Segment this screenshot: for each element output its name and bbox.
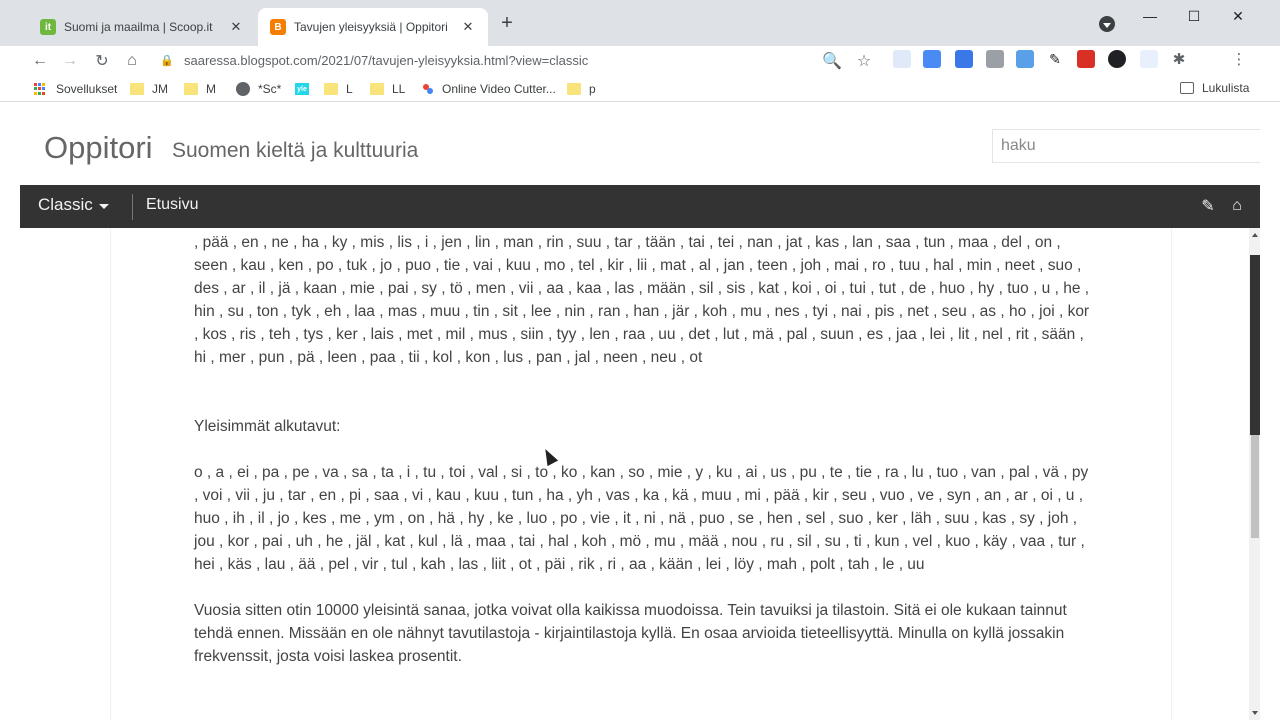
scoopit-favicon-icon: it	[40, 19, 56, 35]
content-area: , pää , en , ne , ha , ky , mis , lis , …	[20, 228, 1249, 720]
side-panel-tabs[interactable]	[1250, 255, 1260, 435]
browser-tab-scoopit[interactable]: it Suomi ja maailma | Scoop.it ✕	[28, 8, 256, 46]
lock-icon: 🔒	[160, 54, 174, 67]
bookmark-label: Sovellukset	[56, 82, 118, 96]
bookmark-label: LL	[392, 82, 406, 96]
bookmark-folder-jm[interactable]: JM	[130, 81, 168, 97]
extension-icon[interactable]	[955, 50, 973, 68]
syllable-list: , pää , en , ne , ha , ky , mis , lis , …	[194, 234, 1090, 366]
incognito-extension-icon[interactable]	[1108, 50, 1126, 68]
home-icon[interactable]: ⌂	[1227, 196, 1247, 216]
tab-title: Tavujen yleisyyksiä | Oppitori	[294, 20, 448, 34]
extension-icon[interactable]	[893, 50, 911, 68]
bookmark-label: M	[206, 82, 216, 96]
scroll-up-arrow-icon[interactable]	[1249, 231, 1260, 239]
caret-down-icon	[98, 204, 109, 209]
video-cutter-icon	[422, 83, 434, 95]
article: , pää , en , ne , ha , ky , mis , lis , …	[110, 228, 1172, 720]
zoom-icon[interactable]: 🔍	[820, 49, 844, 73]
url-text: saaressa.blogspot.com/2021/07/tavujen-yl…	[184, 52, 589, 68]
bookmark-star-icon[interactable]: ☆	[852, 49, 876, 73]
nav-home-link[interactable]: Etusivu	[146, 196, 198, 214]
web-page: Oppitori Suomen kieltä ja kulttuuria hak…	[20, 102, 1260, 720]
new-tab-button[interactable]: +	[496, 12, 518, 34]
bookmark-folder-p[interactable]: p	[567, 81, 596, 97]
folder-icon	[184, 83, 198, 95]
extension-icon[interactable]	[1140, 50, 1158, 68]
bookmark-label: *Sc*	[258, 82, 282, 96]
initial-syllables-heading: Yleisimmät alkutavut:	[194, 418, 341, 435]
bookmarks-bar: Sovellukset JM M *Sc* yle L LL Online Vi…	[0, 76, 1280, 102]
scroll-down-arrow-icon[interactable]	[1249, 709, 1260, 717]
bookmark-label: Online Video Cutter...	[442, 82, 556, 96]
bookmark-label: JM	[152, 82, 168, 96]
bookmark-label: L	[346, 82, 353, 96]
translate-extension-icon[interactable]	[923, 50, 941, 68]
folder-icon	[130, 83, 144, 95]
initial-syllables-list: o , a , ei , pa , pe , va , sa , ta , i …	[194, 464, 1089, 573]
folder-icon	[370, 83, 384, 95]
reload-icon[interactable]: ↻	[90, 49, 114, 73]
blog-header: Oppitori Suomen kieltä ja kulttuuria hak…	[20, 102, 1260, 185]
close-icon[interactable]: ✕	[460, 19, 476, 35]
blog-title[interactable]: Oppitori	[44, 130, 153, 166]
article-body: , pää , en , ne , ha , ky , mis , lis , …	[194, 231, 1094, 668]
tab-title: Suomi ja maailma | Scoop.it	[64, 20, 213, 34]
extension-icon[interactable]	[1016, 50, 1034, 68]
maximize-icon[interactable]: ☐	[1174, 4, 1214, 28]
blog-description: Suomen kieltä ja kulttuuria	[172, 139, 419, 162]
bookmark-sc[interactable]: *Sc*	[236, 81, 281, 97]
puzzle-extensions-icon[interactable]: ✱	[1170, 50, 1188, 68]
bookmark-folder-ll[interactable]: LL	[370, 81, 405, 97]
back-arrow-icon[interactable]: ←	[28, 49, 52, 73]
search-input[interactable]: haku	[992, 129, 1260, 163]
blogger-favicon-icon: B	[270, 19, 286, 35]
reading-list[interactable]: Lukulista	[1180, 81, 1249, 95]
apps-grid-icon	[34, 83, 46, 95]
bookmark-label: p	[589, 82, 596, 96]
pencil-icon[interactable]: ✎	[1198, 196, 1218, 216]
address-bar[interactable]: 🔒 saaressa.blogspot.com/2021/07/tavujen-…	[154, 46, 884, 74]
home-icon[interactable]: ⌂	[120, 49, 144, 73]
browser-tab-oppitori[interactable]: B Tavujen yleisyyksiä | Oppitori ✕	[258, 8, 488, 46]
globe-icon	[236, 82, 250, 96]
forward-arrow-icon[interactable]: →	[58, 49, 82, 73]
extension-icon[interactable]	[1077, 50, 1095, 68]
bookmark-folder-m[interactable]: M	[184, 81, 216, 97]
folder-icon	[567, 83, 581, 95]
view-selector-label: Classic	[38, 195, 93, 214]
bookmark-folder-l[interactable]: L	[324, 81, 353, 97]
extension-icon[interactable]	[986, 50, 1004, 68]
view-selector-dropdown[interactable]: Classic	[38, 195, 109, 215]
window-close-icon[interactable]: ✕	[1218, 4, 1258, 28]
bookmark-apps[interactable]: Sovellukset	[34, 81, 117, 97]
folder-icon	[324, 83, 338, 95]
closing-paragraph: Vuosia sitten otin 10000 yleisintä sanaa…	[194, 602, 1067, 665]
close-icon[interactable]: ✕	[228, 19, 244, 35]
reading-list-icon	[1180, 82, 1194, 94]
yle-icon: yle	[295, 83, 309, 95]
kebab-menu-icon[interactable]: ⋮	[1230, 50, 1248, 68]
bookmark-online-video-cutter[interactable]: Online Video Cutter...	[422, 81, 556, 97]
tab-search-icon[interactable]	[1099, 16, 1115, 32]
pen-extension-icon[interactable]: ✎	[1046, 50, 1064, 68]
minimize-icon[interactable]: —	[1130, 4, 1170, 28]
nav-divider	[132, 194, 133, 220]
tab-strip: it Suomi ja maailma | Scoop.it ✕ B Tavuj…	[0, 0, 1280, 46]
bookmark-yle[interactable]: yle	[295, 81, 319, 97]
blog-navbar: Classic Etusivu ✎ ⌂	[20, 185, 1260, 228]
reading-list-label: Lukulista	[1202, 81, 1250, 95]
